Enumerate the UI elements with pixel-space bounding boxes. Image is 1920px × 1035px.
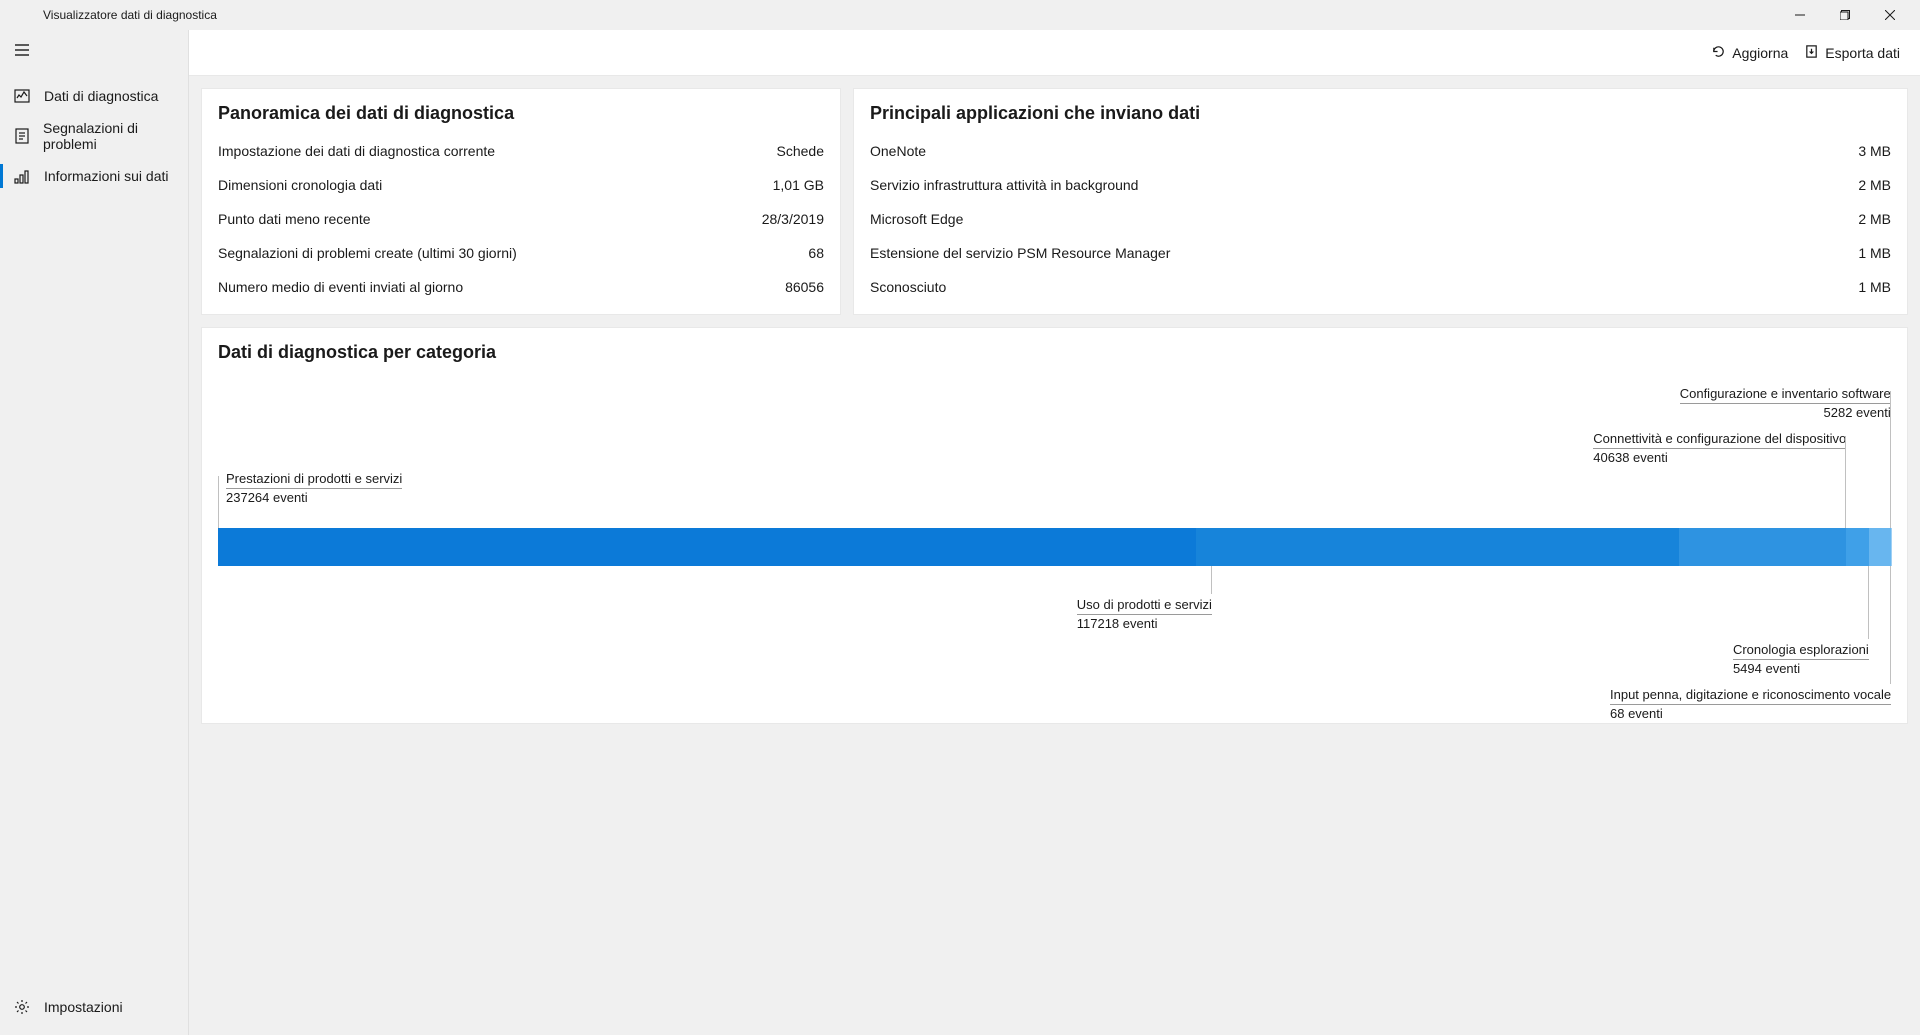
sidebar-item-diagnostic-data[interactable]: Dati di diagnostica <box>0 76 188 116</box>
refresh-label: Aggiorna <box>1732 45 1788 61</box>
chart-callout: Configurazione e inventario software5282… <box>1680 385 1891 421</box>
bar-segment <box>1869 528 1891 566</box>
diagnostic-data-icon <box>12 86 32 106</box>
chart-callout: Uso di prodotti e servizi117218 eventi <box>1077 596 1212 632</box>
minimize-button[interactable] <box>1777 0 1822 30</box>
chart-callout: Input penna, digitazione e riconosciment… <box>1610 686 1891 722</box>
callout-title: Input penna, digitazione e riconosciment… <box>1610 686 1891 705</box>
top-app-size: 1 MB <box>1858 279 1891 295</box>
bar-segment <box>1196 528 1679 566</box>
callout-events: 117218 eventi <box>1077 615 1212 633</box>
chart-callout: Connettività e configurazione del dispos… <box>1593 430 1846 466</box>
overview-value: Schede <box>777 143 824 159</box>
hamburger-menu-button[interactable] <box>2 32 42 68</box>
bar-segment <box>1679 528 1846 566</box>
overview-row: Numero medio di eventi inviati al giorno… <box>218 270 824 304</box>
top-app-name: Estensione del servizio PSM Resource Man… <box>870 245 1170 261</box>
close-button[interactable] <box>1867 0 1912 30</box>
overview-row: Impostazione dei dati di diagnostica cor… <box>218 134 824 168</box>
top-app-name: Sconosciuto <box>870 279 946 295</box>
bar-segment <box>1846 528 1869 566</box>
overview-key: Numero medio di eventi inviati al giorno <box>218 279 463 295</box>
overview-card: Panoramica dei dati di diagnostica Impos… <box>201 88 841 315</box>
overview-row: Dimensioni cronologia dati 1,01 GB <box>218 168 824 202</box>
top-app-name: Servizio infrastruttura attività in back… <box>870 177 1138 193</box>
top-app-row: Sconosciuto 1 MB <box>870 270 1891 304</box>
export-data-button[interactable]: Esporta dati <box>1804 44 1900 62</box>
top-app-size: 3 MB <box>1858 143 1891 159</box>
callout-events: 237264 eventi <box>226 489 402 507</box>
callout-events: 68 eventi <box>1610 705 1891 723</box>
sidebar-item-label: Segnalazioni di problemi <box>43 120 188 152</box>
overview-card-title: Panoramica dei dati di diagnostica <box>202 89 840 134</box>
category-card-title: Dati di diagnostica per categoria <box>202 328 1907 373</box>
top-app-size: 2 MB <box>1858 211 1891 227</box>
top-app-size: 2 MB <box>1858 177 1891 193</box>
callout-events: 5494 eventi <box>1733 660 1869 678</box>
sidebar-item-about-data[interactable]: Informazioni sui dati <box>0 156 188 196</box>
bar-segment <box>218 528 1196 566</box>
top-app-name: OneNote <box>870 143 926 159</box>
callout-events: 5282 eventi <box>1680 404 1891 422</box>
category-card: Dati di diagnostica per categoria Presta… <box>201 327 1908 724</box>
top-app-row: Estensione del servizio PSM Resource Man… <box>870 236 1891 270</box>
window-title: Visualizzatore dati di diagnostica <box>8 8 217 22</box>
maximize-button[interactable] <box>1822 0 1867 30</box>
top-app-size: 1 MB <box>1858 245 1891 261</box>
overview-row: Segnalazioni di problemi create (ultimi … <box>218 236 824 270</box>
overview-key: Impostazione dei dati di diagnostica cor… <box>218 143 495 159</box>
callout-events: 40638 eventi <box>1593 449 1846 467</box>
overview-value: 68 <box>808 245 824 261</box>
top-app-row: Microsoft Edge 2 MB <box>870 202 1891 236</box>
refresh-icon <box>1711 44 1726 62</box>
overview-key: Dimensioni cronologia dati <box>218 177 382 193</box>
top-app-row: Servizio infrastruttura attività in back… <box>870 168 1891 202</box>
about-data-icon <box>12 166 32 186</box>
overview-key: Segnalazioni di problemi create (ultimi … <box>218 245 517 261</box>
callout-title: Prestazioni di prodotti e servizi <box>226 470 402 489</box>
sidebar-item-problem-reports[interactable]: Segnalazioni di problemi <box>0 116 188 156</box>
gear-icon <box>12 997 32 1017</box>
chart-callout: Cronologia esplorazioni5494 eventi <box>1733 641 1869 677</box>
overview-value: 1,01 GB <box>773 177 824 193</box>
sidebar-item-settings[interactable]: Impostazioni <box>0 987 188 1027</box>
top-apps-card: Principali applicazioni che inviano dati… <box>853 88 1908 315</box>
export-label: Esporta dati <box>1825 45 1900 61</box>
refresh-button[interactable]: Aggiorna <box>1711 44 1788 62</box>
chart-callout: Prestazioni di prodotti e servizi237264 … <box>226 470 402 506</box>
callout-title: Connettività e configurazione del dispos… <box>1593 430 1846 449</box>
callout-title: Configurazione e inventario software <box>1680 385 1891 404</box>
sidebar-item-label: Dati di diagnostica <box>44 88 158 104</box>
top-apps-card-title: Principali applicazioni che inviano dati <box>854 89 1907 134</box>
top-app-row: OneNote 3 MB <box>870 134 1891 168</box>
overview-row: Punto dati meno recente 28/3/2019 <box>218 202 824 236</box>
sidebar-item-label: Impostazioni <box>44 999 123 1015</box>
overview-key: Punto dati meno recente <box>218 211 371 227</box>
export-icon <box>1804 44 1819 62</box>
callout-title: Cronologia esplorazioni <box>1733 641 1869 660</box>
callout-title: Uso di prodotti e servizi <box>1077 596 1212 615</box>
top-app-name: Microsoft Edge <box>870 211 963 227</box>
sidebar-item-label: Informazioni sui dati <box>44 168 169 184</box>
problem-reports-icon <box>12 126 31 146</box>
overview-value: 86056 <box>785 279 824 295</box>
overview-value: 28/3/2019 <box>762 211 824 227</box>
stacked-bar <box>218 528 1891 566</box>
